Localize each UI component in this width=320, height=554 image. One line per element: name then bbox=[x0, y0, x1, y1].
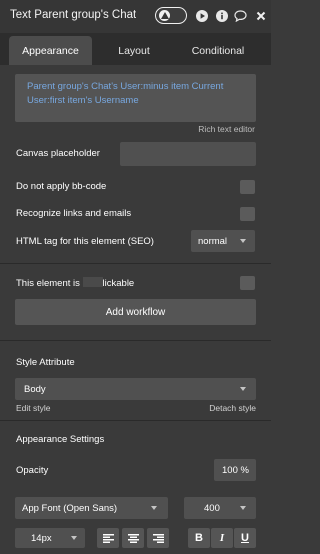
align-right-icon[interactable] bbox=[147, 528, 169, 548]
html-tag-value: normal bbox=[198, 236, 228, 247]
opacity-value: 100 bbox=[222, 465, 238, 476]
style-value: Body bbox=[24, 384, 46, 395]
detach-style-link[interactable]: Detach style bbox=[209, 403, 256, 413]
clickable-label-end: lickable bbox=[102, 278, 135, 289]
no-bbcode-label: Do not apply bb-code bbox=[16, 181, 107, 192]
align-center-icon[interactable] bbox=[122, 528, 144, 548]
tab-layout[interactable]: Layout bbox=[102, 36, 166, 65]
add-workflow-button[interactable]: Add workflow bbox=[15, 299, 256, 325]
redacted-text bbox=[82, 277, 103, 287]
style-attribute-title: Style Attribute bbox=[16, 357, 75, 368]
font-weight-value: 400 bbox=[204, 503, 220, 514]
tab-conditional[interactable]: Conditional bbox=[176, 36, 260, 65]
chevron-down-icon bbox=[240, 387, 246, 391]
appearance-settings-title: Appearance Settings bbox=[16, 434, 105, 445]
chevron-down-icon bbox=[240, 506, 246, 510]
recognize-links-checkbox[interactable] bbox=[240, 207, 255, 221]
underline-button[interactable]: U bbox=[234, 528, 256, 548]
rich-text-editor-link[interactable]: Rich text editor bbox=[198, 124, 255, 134]
divider bbox=[0, 263, 271, 264]
font-family-value: App Font (Open Sans) bbox=[22, 503, 118, 514]
html-tag-dropdown[interactable]: normal bbox=[191, 230, 255, 252]
font-size-value: 14px bbox=[31, 533, 52, 544]
opacity-label: Opacity bbox=[16, 465, 49, 476]
info-icon[interactable] bbox=[215, 9, 228, 22]
canvas-placeholder-input[interactable] bbox=[120, 142, 256, 166]
clickable-label: This element is lickable bbox=[16, 277, 134, 289]
opacity-input[interactable]: 100 % bbox=[214, 459, 256, 481]
clickable-label-start: This element is bbox=[16, 278, 83, 289]
chevron-down-icon bbox=[240, 239, 246, 243]
tab-appearance[interactable]: Appearance bbox=[9, 36, 92, 65]
tab-bar: Appearance Layout Conditional bbox=[0, 33, 271, 65]
divider bbox=[0, 340, 271, 341]
element-title[interactable]: Text Parent group's Chat bbox=[10, 9, 136, 21]
font-weight-dropdown[interactable]: 400 bbox=[184, 497, 256, 519]
preview-toggle-icon[interactable] bbox=[155, 7, 187, 24]
opacity-unit: % bbox=[240, 465, 249, 476]
no-bbcode-checkbox[interactable] bbox=[240, 180, 255, 194]
chevron-down-icon bbox=[151, 506, 157, 510]
font-size-dropdown[interactable]: 14px bbox=[15, 528, 85, 548]
style-dropdown[interactable]: Body bbox=[15, 378, 256, 400]
clickable-checkbox[interactable] bbox=[240, 276, 255, 290]
editor-header: Text Parent group's Chat bbox=[0, 0, 271, 33]
comment-icon[interactable] bbox=[234, 9, 247, 22]
edit-style-link[interactable]: Edit style bbox=[16, 403, 51, 413]
align-left-icon[interactable] bbox=[97, 528, 119, 548]
text-content-editor[interactable]: Parent group's Chat's User:minus item Cu… bbox=[15, 74, 256, 122]
html-tag-label: HTML tag for this element (SEO) bbox=[16, 236, 154, 247]
toggle-knob bbox=[159, 10, 170, 21]
italic-button[interactable]: I bbox=[211, 528, 233, 548]
recognize-links-label: Recognize links and emails bbox=[16, 208, 132, 219]
play-icon[interactable] bbox=[195, 9, 208, 22]
close-icon[interactable] bbox=[254, 9, 267, 22]
divider bbox=[0, 420, 271, 421]
font-family-dropdown[interactable]: App Font (Open Sans) bbox=[15, 497, 168, 519]
canvas-placeholder-label: Canvas placeholder bbox=[16, 148, 100, 159]
bold-button[interactable]: B bbox=[188, 528, 210, 548]
chevron-down-icon bbox=[71, 536, 77, 540]
